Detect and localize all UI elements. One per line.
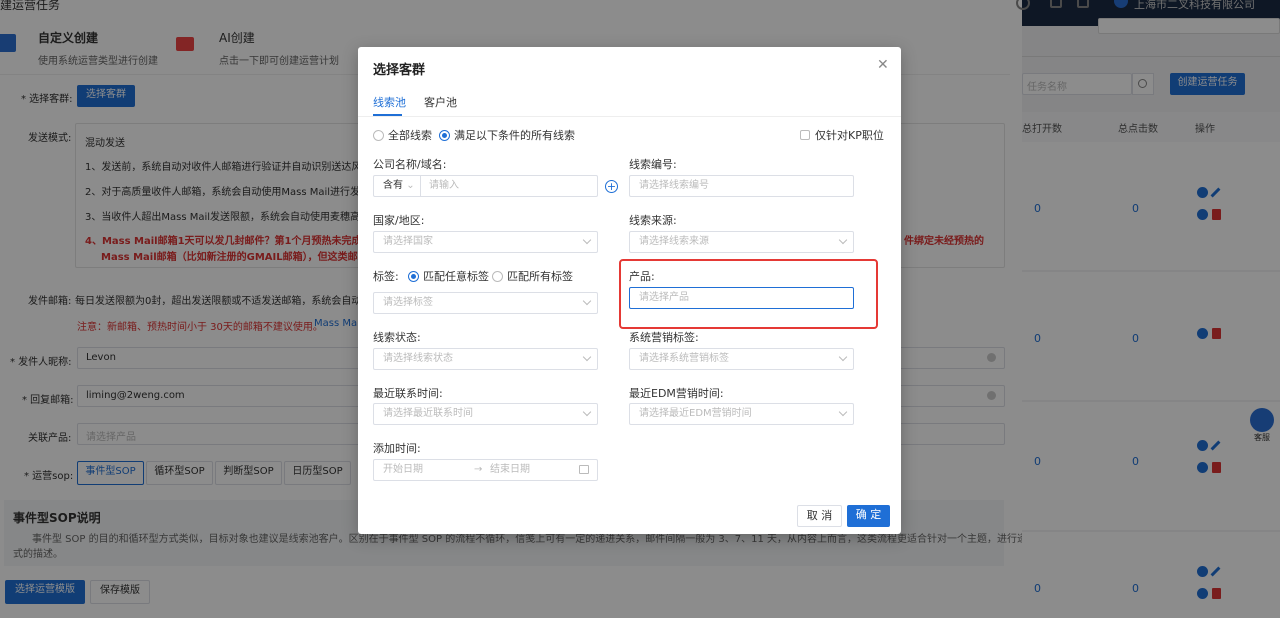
sys-tag-label: 系统营销标签: [629,331,699,344]
chevron-down-icon: ⌄ [406,180,415,191]
status-select[interactable]: 请选择线索状态 [373,348,598,370]
tab-lead-pool[interactable]: 线索池 [373,94,406,110]
last-edm-placeholder: 请选择最近EDM营销时间 [639,408,752,419]
last-edm-select[interactable]: 请选择最近EDM营销时间 [629,403,854,425]
radio-icon [373,130,384,141]
chevron-down-icon [838,235,848,245]
arrow-right-icon: → [474,464,483,475]
chevron-down-icon [582,352,592,362]
status-label: 线索状态: [373,331,421,344]
country-label: 国家/地区: [373,214,425,227]
close-icon[interactable]: ✕ [877,57,889,73]
add-condition-icon[interactable]: + [605,180,618,193]
tab-divider [358,116,901,117]
start-date-placeholder: 开始日期 [383,464,423,475]
cancel-button[interactable]: 取 消 [797,505,842,527]
source-placeholder: 请选择线索来源 [639,236,709,247]
company-input[interactable]: 含有 ⌄ 请输入 [373,175,598,197]
last-edm-label: 最近EDM营销时间: [629,387,724,400]
tag-placeholder: 请选择标签 [383,297,433,308]
last-contact-label: 最近联系时间: [373,387,443,400]
dialog-title: 选择客群 [373,63,426,78]
checkbox-icon [800,130,810,140]
calendar-icon [579,465,589,474]
tab-customer-pool[interactable]: 客户池 [424,94,457,110]
lead-no-label: 线索编号: [629,158,677,171]
last-contact-select[interactable]: 请选择最近联系时间 [373,403,598,425]
status-placeholder: 请选择线索状态 [383,353,453,364]
radio-selected-icon [439,130,450,141]
add-time-range[interactable]: 开始日期 → 结束日期 [373,459,598,481]
radio-conditional-leads[interactable]: 满足以下条件的所有线索 [439,127,575,143]
sys-tag-select[interactable]: 请选择系统营销标签 [629,348,854,370]
country-placeholder: 请选择国家 [383,236,433,247]
product-label: 产品: [629,270,655,283]
chevron-down-icon [582,235,592,245]
contains-select[interactable]: 含有 ⌄ [374,176,421,196]
source-select[interactable]: 请选择线索来源 [629,231,854,253]
select-group-dialog: 选择客群 ✕ 线索池 客户池 全部线索 满足以下条件的所有线索 仅针对KP职位 … [358,47,901,534]
chevron-down-icon [582,296,592,306]
contains-label: 含有 [383,180,403,191]
sys-tag-placeholder: 请选择系统营销标签 [639,353,729,364]
chevron-down-icon [838,407,848,417]
radio-all-leads[interactable]: 全部线索 [373,127,432,143]
country-select[interactable]: 请选择国家 [373,231,598,253]
add-time-label: 添加时间: [373,442,421,455]
chevron-down-icon [582,407,592,417]
radio-cond-label: 满足以下条件的所有线索 [454,129,575,142]
radio-tag-any[interactable]: 匹配任意标签 [408,268,489,284]
tag-any-label: 匹配任意标签 [423,270,489,283]
radio-selected-icon [408,271,419,282]
company-placeholder: 请输入 [429,180,459,191]
chevron-down-icon [838,352,848,362]
end-date-placeholder: 结束日期 [490,464,530,475]
kp-only-label: 仅针对KP职位 [815,129,884,142]
lead-no-input[interactable]: 请选择线索编号 [629,175,854,197]
confirm-button[interactable]: 确 定 [847,505,890,527]
tag-select[interactable]: 请选择标签 [373,292,598,314]
radio-tag-all[interactable]: 匹配所有标签 [492,268,573,284]
radio-all-label: 全部线索 [388,129,432,142]
tag-all-label: 匹配所有标签 [507,270,573,283]
company-label: 公司名称/域名: [373,158,447,171]
last-contact-placeholder: 请选择最近联系时间 [383,408,473,419]
product-select[interactable]: 请选择产品 [629,287,854,309]
source-label: 线索来源: [629,214,677,227]
kp-only-checkbox[interactable]: 仅针对KP职位 [800,127,884,143]
tag-label: 标签: [373,270,399,283]
radio-icon [492,271,503,282]
